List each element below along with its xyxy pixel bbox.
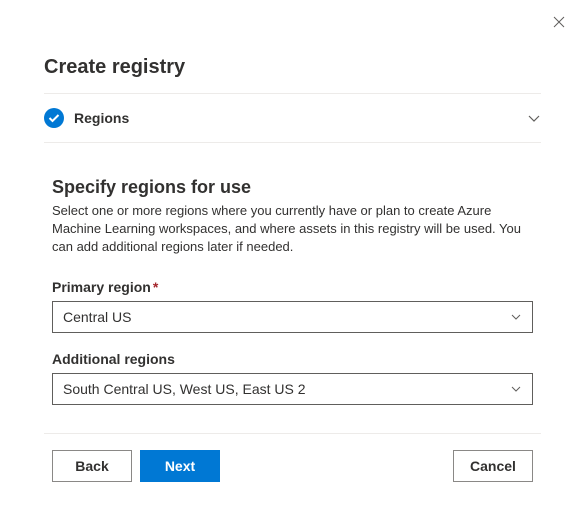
additional-regions-label: Additional regions xyxy=(52,351,533,367)
chevron-down-icon xyxy=(510,383,522,395)
primary-region-label: Primary region* xyxy=(52,279,533,295)
chevron-down-icon xyxy=(527,111,541,125)
next-button[interactable]: Next xyxy=(140,450,220,482)
check-circle-icon xyxy=(44,108,64,128)
required-indicator: * xyxy=(153,279,158,295)
additional-regions-value: South Central US, West US, East US 2 xyxy=(63,381,306,397)
cancel-button[interactable]: Cancel xyxy=(453,450,533,482)
primary-region-value: Central US xyxy=(63,309,131,325)
page-title: Create registry xyxy=(44,0,541,94)
section-label: Regions xyxy=(74,110,527,126)
close-icon xyxy=(553,16,565,28)
content-description: Select one or more regions where you cur… xyxy=(52,202,533,257)
section-regions[interactable]: Regions xyxy=(44,94,541,143)
additional-regions-dropdown[interactable]: South Central US, West US, East US 2 xyxy=(52,373,533,405)
back-button[interactable]: Back xyxy=(52,450,132,482)
chevron-down-icon xyxy=(510,311,522,323)
close-button[interactable] xyxy=(551,14,567,30)
content-heading: Specify regions for use xyxy=(52,177,533,198)
primary-region-dropdown[interactable]: Central US xyxy=(52,301,533,333)
